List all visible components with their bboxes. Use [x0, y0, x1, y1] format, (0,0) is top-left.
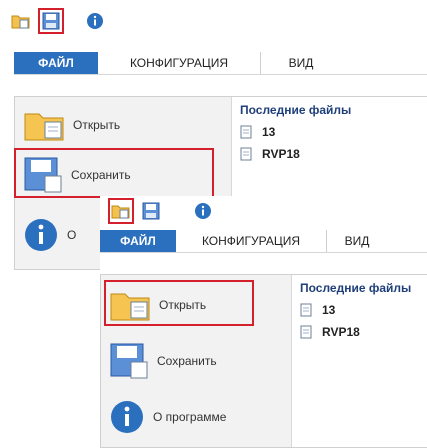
tab-view[interactable]: ВИД	[327, 230, 387, 252]
recent-file-name: 13	[322, 303, 336, 317]
menu-open-label: Открыть	[73, 118, 121, 132]
menu-about-label: О программе	[153, 410, 227, 424]
ribbon-tabbar: ФАЙЛ КОНФИГУРАЦИЯ ВИД	[14, 52, 427, 75]
save-quick-button[interactable]	[140, 200, 162, 222]
recent-file-item[interactable]: 13	[240, 125, 427, 139]
open-quick-button[interactable]	[10, 10, 32, 32]
open-folder-icon	[11, 15, 30, 29]
menu-save-label: Сохранить	[157, 354, 217, 368]
document-icon	[300, 303, 312, 317]
recent-file-name: RVP18	[322, 325, 360, 339]
save-floppy-icon	[42, 12, 60, 30]
info-icon	[111, 401, 143, 433]
ribbon-tabbar: ФАЙЛ КОНФИГУРАЦИЯ ВИД	[100, 230, 427, 253]
save-quick-button[interactable]	[38, 8, 64, 34]
tab-view[interactable]: ВИД	[261, 52, 341, 74]
recent-files-title: Последние файлы	[300, 281, 412, 295]
menu-about[interactable]: О	[23, 215, 76, 255]
document-icon	[240, 125, 252, 139]
quick-access-toolbar	[108, 198, 214, 224]
recent-file-name: 13	[262, 125, 276, 139]
save-floppy-icon	[110, 343, 148, 379]
recent-file-item[interactable]: 13	[300, 303, 427, 317]
screenshot-panel-bottom: ФАЙЛ КОНФИГУРАЦИЯ ВИД Открыть Сохранить	[100, 196, 427, 448]
open-folder-icon	[24, 113, 64, 141]
recent-file-name: RVP18	[262, 147, 300, 161]
tab-configuration[interactable]: КОНФИГУРАЦИЯ	[176, 230, 327, 252]
info-icon	[195, 203, 211, 219]
recent-file-item[interactable]: RVP18	[240, 147, 427, 161]
tab-file[interactable]: ФАЙЛ	[100, 230, 176, 252]
menu-open[interactable]: Открыть	[23, 107, 120, 143]
recent-files-title: Последние файлы	[240, 103, 352, 117]
info-icon	[25, 219, 57, 251]
recent-file-item[interactable]: RVP18	[300, 325, 427, 339]
open-folder-icon	[111, 205, 130, 219]
open-quick-button[interactable]	[108, 198, 134, 224]
menu-about[interactable]: О программе	[109, 397, 226, 437]
info-icon	[87, 13, 103, 29]
tab-file[interactable]: ФАЙЛ	[14, 52, 98, 74]
tab-configuration[interactable]: КОНФИГУРАЦИЯ	[98, 52, 261, 74]
highlight-open	[104, 280, 254, 326]
about-quick-button[interactable]	[84, 10, 106, 32]
recent-files-panel: Последние файлы 13 RVP18	[291, 275, 427, 447]
menu-about-label: О	[67, 228, 77, 242]
about-quick-button[interactable]	[192, 200, 214, 222]
document-icon	[240, 147, 252, 161]
highlight-save	[14, 148, 214, 198]
document-icon	[300, 325, 312, 339]
menu-save[interactable]: Сохранить	[109, 341, 217, 381]
save-floppy-icon	[142, 202, 160, 220]
quick-access-toolbar	[10, 6, 106, 36]
